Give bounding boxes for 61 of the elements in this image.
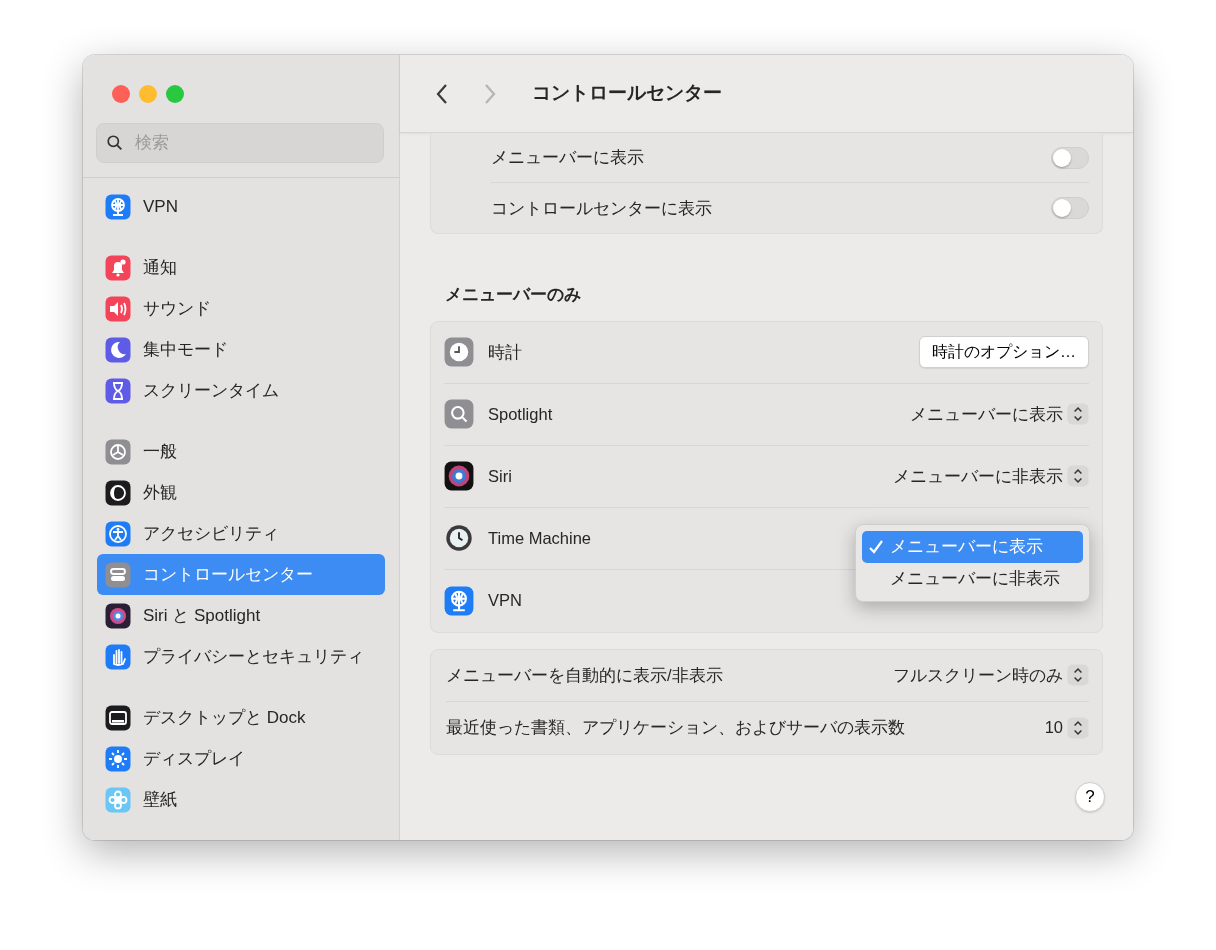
setting-label: 時計	[488, 341, 522, 363]
flower-icon	[105, 786, 131, 813]
sidebar-item[interactable]: VPN	[97, 186, 385, 227]
sidebar-item[interactable]: 集中モード	[97, 329, 385, 370]
setting-label: Spotlight	[488, 403, 553, 425]
sidebar-item[interactable]: 壁紙	[97, 779, 385, 820]
checkmark-icon	[868, 539, 884, 555]
setting-label: Time Machine	[488, 527, 591, 549]
setting-label: メニューバーを自動的に表示/非表示	[446, 664, 723, 686]
window-title: コントロールセンター	[532, 81, 722, 106]
person-icon	[105, 520, 131, 547]
orb-icon	[105, 602, 131, 629]
sidebar-item[interactable]: ディスプレイ	[97, 738, 385, 779]
speaker-icon	[105, 295, 131, 322]
popup-button[interactable]: メニューバーに非表示	[893, 463, 1089, 489]
toggle-switch[interactable]	[1051, 146, 1089, 169]
zoom-button[interactable]	[166, 85, 184, 103]
toggle-switch[interactable]	[1051, 197, 1089, 219]
help-button[interactable]: ?	[1075, 782, 1105, 812]
globe-icon	[105, 193, 131, 220]
setting-label: コントロールセンターに表示	[491, 197, 712, 219]
menu-item[interactable]: メニューバーに非表示	[862, 563, 1083, 595]
popup-button[interactable]: フルスクリーン時のみ	[893, 662, 1089, 688]
clock-icon	[444, 523, 474, 554]
sun-icon	[105, 745, 131, 772]
close-button[interactable]	[112, 85, 130, 103]
sidebar-item[interactable]: アクセシビリティ	[97, 513, 385, 554]
section-heading: メニューバーのみ	[445, 284, 582, 305]
sidebar-item[interactable]: 通知	[97, 247, 385, 288]
setting-label: 最近使った書類、アプリケーション、およびサーバの表示数	[446, 717, 905, 739]
sidebar-item[interactable]: サウンド	[97, 288, 385, 329]
moon-icon	[105, 336, 131, 363]
stepper-icon	[1067, 403, 1089, 426]
sidebar-item[interactable]: 外観	[97, 472, 385, 513]
sidebar-item[interactable]: スクリーンタイム	[97, 370, 385, 411]
desktop-icon	[105, 704, 131, 731]
search-icon	[444, 399, 474, 430]
minimize-button[interactable]	[139, 85, 157, 103]
sidebar-item[interactable]: プライバシーとセキュリティ	[97, 636, 385, 677]
bell-icon	[105, 254, 131, 281]
hand-icon	[105, 643, 131, 670]
clock-icon	[444, 337, 474, 368]
stepper-icon	[1067, 664, 1089, 687]
setting-label: VPN	[488, 590, 522, 612]
stepper-icon	[1067, 716, 1089, 739]
search-field[interactable]: 検索	[96, 123, 384, 163]
popup-button[interactable]: メニューバーに表示	[910, 401, 1089, 427]
globe-icon	[444, 585, 474, 616]
switches-icon	[105, 561, 131, 588]
popup-button[interactable]: 10	[1044, 715, 1089, 741]
setting-label: メニューバーに表示	[491, 147, 644, 169]
options-button[interactable]: 時計のオプション…	[919, 336, 1089, 369]
sidebar-item[interactable]: Siri と Spotlight	[97, 595, 385, 636]
sidebar-item[interactable]: 一般	[97, 431, 385, 472]
setting-label: Siri	[488, 465, 512, 487]
hourglass-icon	[105, 377, 131, 404]
stepper-icon	[1067, 465, 1089, 488]
orb-icon	[444, 461, 474, 492]
gear-icon	[105, 438, 131, 465]
contrast-icon	[105, 479, 131, 506]
sidebar-item[interactable]: デスクトップと Dock	[97, 697, 385, 738]
